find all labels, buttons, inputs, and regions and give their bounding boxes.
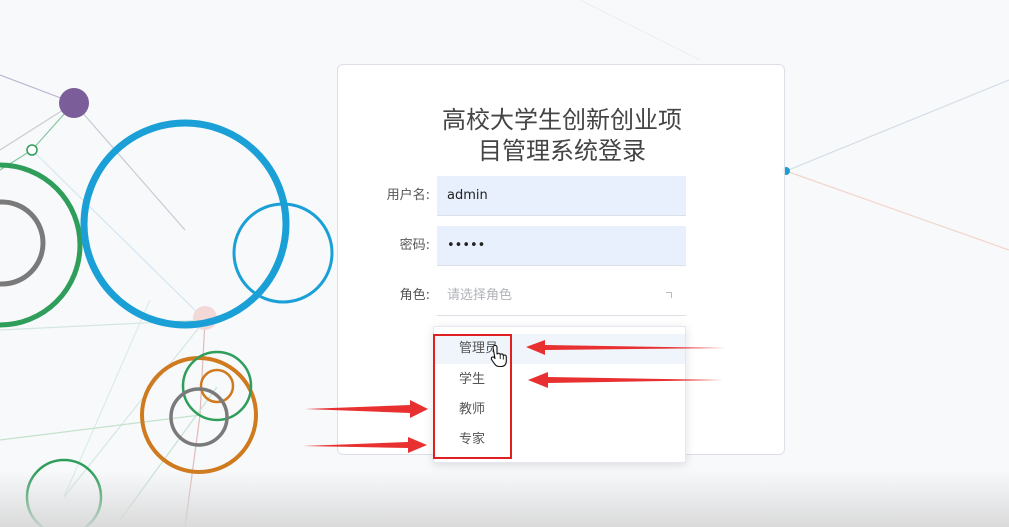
username-label: 用户名: xyxy=(386,188,430,203)
hand-pointer-icon xyxy=(490,344,507,368)
username-row: 用户名: xyxy=(338,176,786,216)
username-input[interactable] xyxy=(437,176,686,216)
title-line-1: 高校大学生创新创业项 xyxy=(442,106,682,134)
password-label: 密码: xyxy=(399,238,430,253)
password-input[interactable] xyxy=(437,226,686,266)
page-title: 高校大学生创新创业项 目管理系统登录 xyxy=(434,105,690,167)
role-row: 角色: xyxy=(338,276,786,316)
chevron-up-icon[interactable] xyxy=(666,292,672,298)
bottom-shade xyxy=(0,470,1009,527)
role-select[interactable] xyxy=(437,276,686,316)
role-label: 角色: xyxy=(399,288,430,303)
password-row: 密码: xyxy=(338,226,786,266)
title-line-2: 目管理系统登录 xyxy=(478,137,646,165)
